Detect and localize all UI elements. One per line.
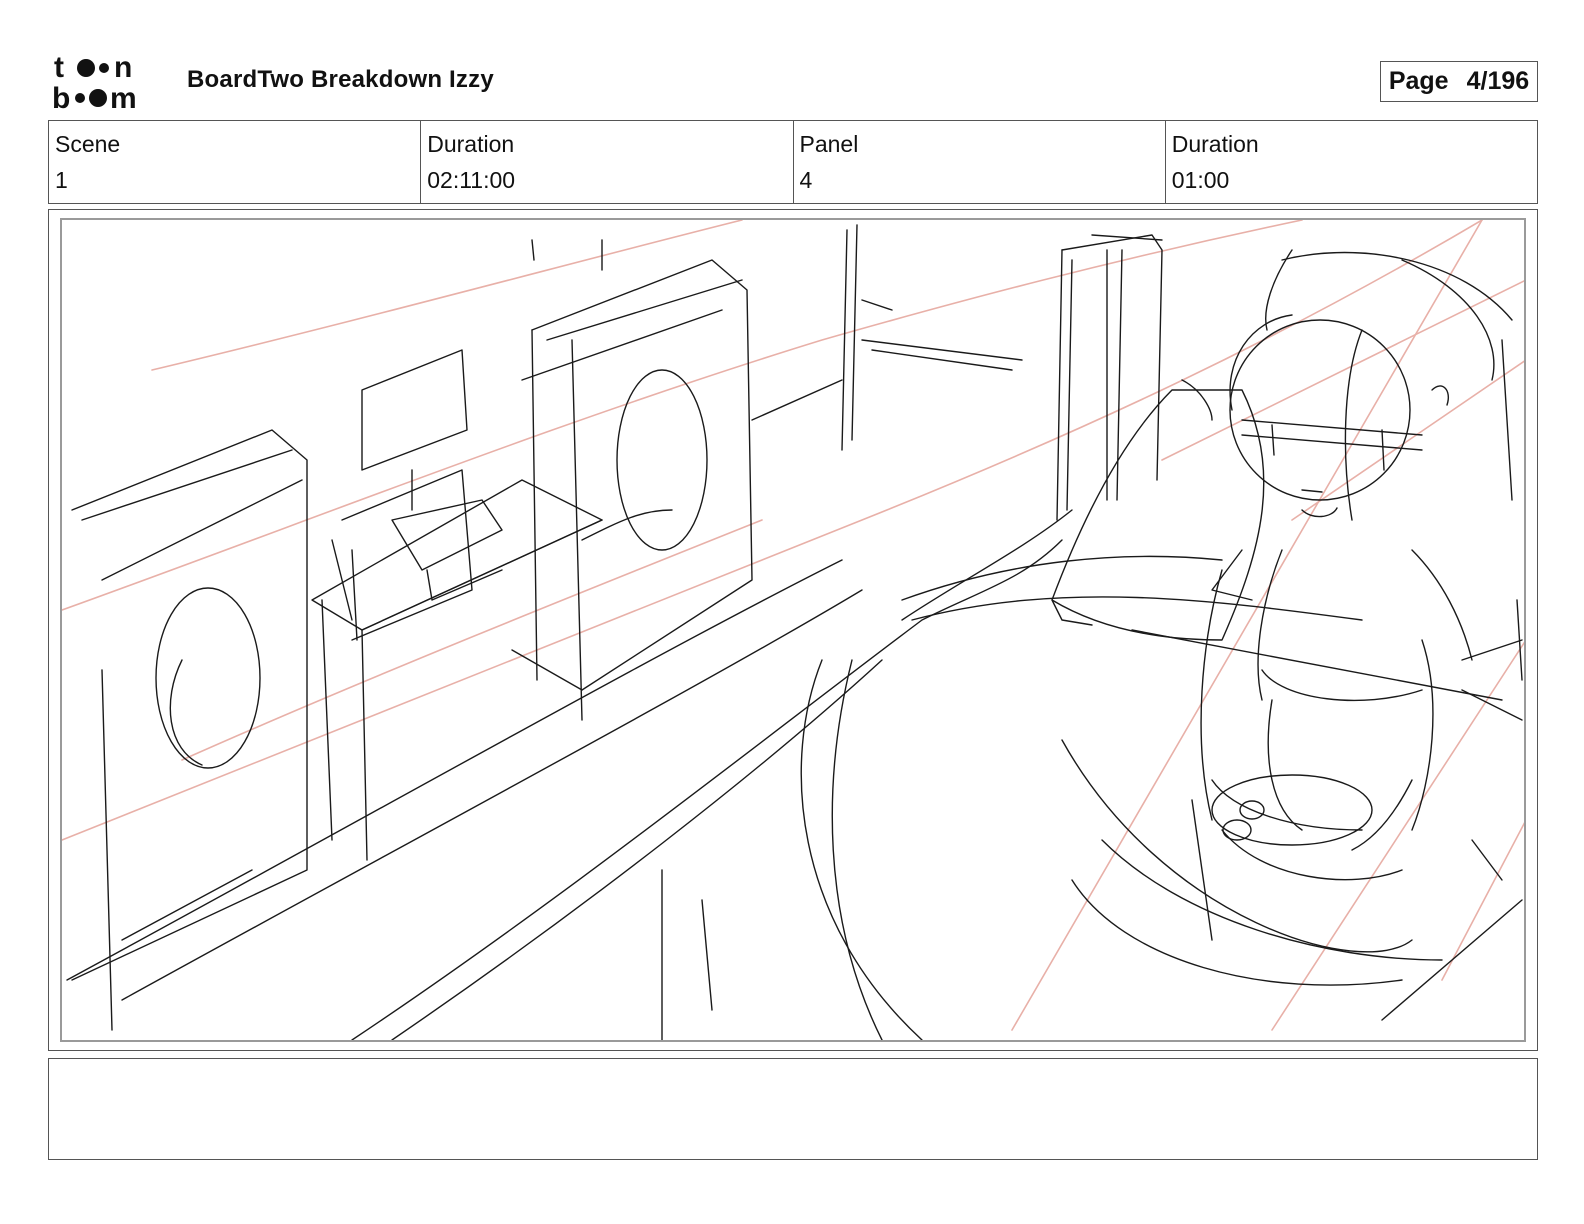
sketch-lines	[66, 224, 1523, 1040]
page-number: 4/196	[1466, 67, 1530, 95]
panel-duration-value: 01:00	[1171, 167, 1230, 193]
scene-label: Scene	[55, 131, 121, 157]
panel-cell: Panel 4	[794, 121, 1166, 203]
storyboard-panel	[48, 209, 1538, 1051]
panel-label: Panel	[799, 131, 859, 157]
svg-text:t: t	[54, 51, 64, 84]
scene-cell: Scene 1	[49, 121, 422, 203]
storyboard-sketch	[60, 218, 1526, 1042]
svg-text:n: n	[114, 51, 132, 84]
scene-duration-cell: Duration 02:11:00	[421, 121, 794, 203]
svg-text:m: m	[110, 82, 137, 112]
document-title: BoardTwo Breakdown Izzy	[187, 66, 494, 93]
svg-text:b: b	[52, 82, 70, 112]
scene-info-table: Scene 1 Duration 02:11:00 Panel 4 Durati…	[48, 120, 1538, 204]
scene-duration-value: 02:11:00	[427, 167, 516, 193]
toon-boom-logo: t n b m	[52, 50, 164, 115]
panel-duration-label: Duration	[1171, 131, 1259, 157]
panel-duration-cell: Duration 01:00	[1166, 121, 1537, 203]
scene-duration-label: Duration	[427, 131, 515, 157]
panel-notes-box	[48, 1058, 1538, 1160]
page-indicator: Page 4/196	[1380, 61, 1538, 102]
perspective-guides	[62, 220, 1524, 1031]
page-label: Page	[1388, 67, 1449, 95]
panel-value: 4	[799, 167, 813, 193]
scene-value: 1	[55, 167, 68, 193]
